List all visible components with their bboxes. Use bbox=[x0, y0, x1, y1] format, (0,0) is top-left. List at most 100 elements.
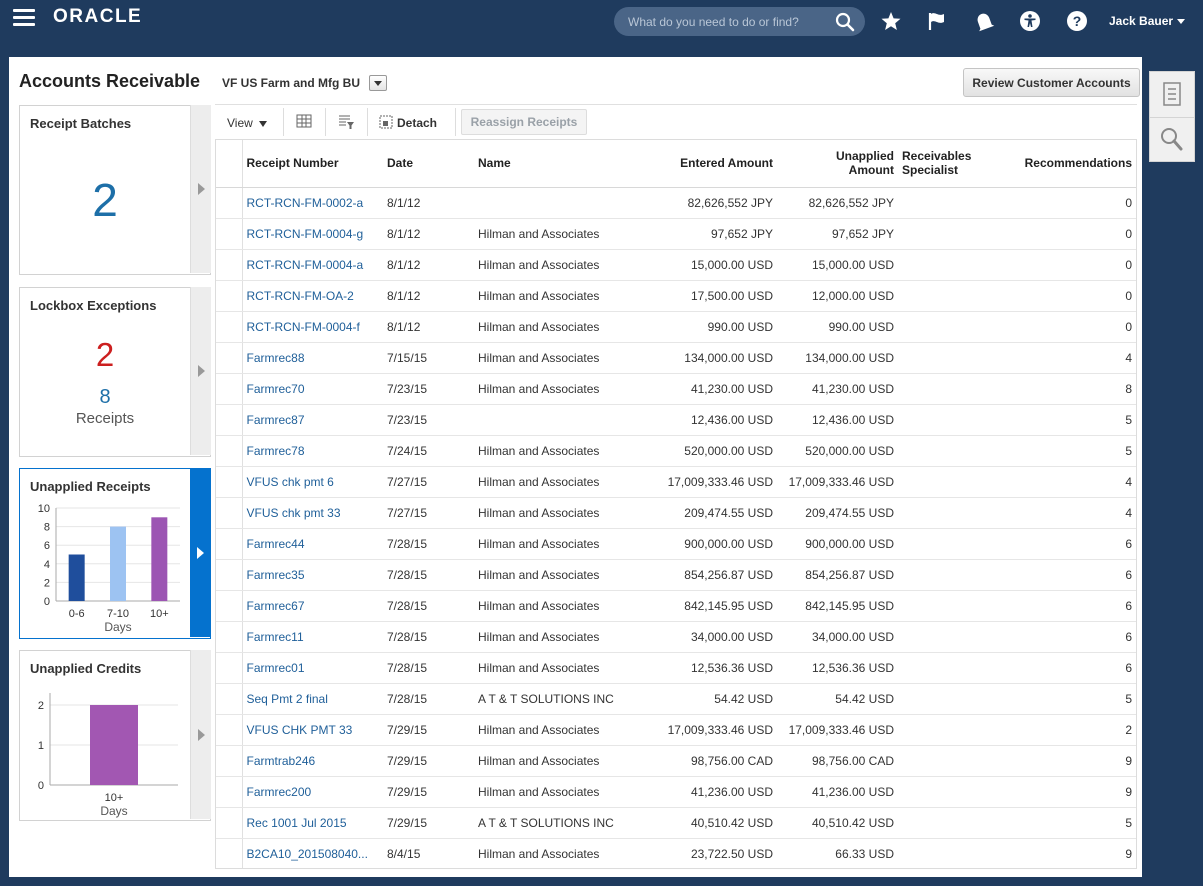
document-icon[interactable] bbox=[1150, 72, 1194, 116]
table-row[interactable]: Farmrec67 7/28/15 Hilman and Associates 842… bbox=[216, 590, 1136, 622]
receipt-number-link[interactable]: Farmrec01 bbox=[247, 661, 305, 675]
flag-icon[interactable] bbox=[926, 10, 948, 32]
table-row[interactable]: VFUS chk pmt 33 7/27/15 Hilman and Associa… bbox=[216, 497, 1136, 529]
bar[interactable] bbox=[90, 705, 138, 785]
receipt-number-link[interactable]: B2CA10_201508040... bbox=[247, 847, 368, 861]
accessibility-icon[interactable] bbox=[1019, 10, 1041, 32]
column-header-unapplied-amount[interactable]: Unapplied Amount bbox=[777, 140, 898, 188]
row-selector[interactable] bbox=[216, 838, 243, 868]
receipt-number-link[interactable]: Farmrec67 bbox=[247, 599, 305, 613]
receipt-number-link[interactable]: RCT-RCN-FM-0002-a bbox=[247, 196, 364, 210]
column-header-entered-amount[interactable]: Entered Amount bbox=[654, 140, 777, 188]
table-row[interactable]: Farmrec35 7/28/15 Hilman and Associates 854… bbox=[216, 559, 1136, 591]
bell-icon[interactable] bbox=[973, 10, 995, 32]
receipt-number-link[interactable]: Farmtrab246 bbox=[247, 754, 316, 768]
row-selector[interactable] bbox=[216, 652, 243, 684]
receipt-number-link[interactable]: RCT-RCN-FM-OA-2 bbox=[247, 289, 354, 303]
row-selector[interactable] bbox=[216, 342, 243, 374]
table-row[interactable]: VFUS CHK PMT 33 7/29/15 Hilman and Associa… bbox=[216, 714, 1136, 746]
receipt-number-link[interactable]: Farmrec44 bbox=[247, 537, 305, 551]
search-icon[interactable] bbox=[834, 11, 856, 33]
table-row[interactable]: Farmrec70 7/23/15 Hilman and Associates 41,… bbox=[216, 373, 1136, 405]
receipt-number-link[interactable]: Farmrec200 bbox=[247, 785, 312, 799]
row-selector[interactable] bbox=[216, 404, 243, 436]
row-selector[interactable] bbox=[216, 218, 243, 250]
receipt-number-link[interactable]: VFUS chk pmt 33 bbox=[247, 506, 341, 520]
tile-expand-arrow[interactable] bbox=[190, 287, 211, 455]
receipt-number-link[interactable]: RCT-RCN-FM-0004-f bbox=[247, 320, 360, 334]
row-selector[interactable] bbox=[216, 745, 243, 777]
hamburger-icon[interactable] bbox=[13, 9, 35, 27]
row-selector[interactable] bbox=[216, 559, 243, 591]
receipt-number-link[interactable]: RCT-RCN-FM-0004-a bbox=[247, 258, 364, 272]
user-menu[interactable]: Jack Bauer bbox=[1109, 14, 1186, 28]
help-icon[interactable]: ? bbox=[1066, 10, 1088, 32]
receipt-number-link[interactable]: Farmrec87 bbox=[247, 413, 305, 427]
receipt-number-link[interactable]: Farmrec35 bbox=[247, 568, 305, 582]
table-row[interactable]: VFUS chk pmt 6 7/27/15 Hilman and Associat… bbox=[216, 466, 1136, 498]
search-icon[interactable] bbox=[1150, 118, 1194, 162]
tile-expand-arrow[interactable] bbox=[190, 105, 211, 273]
receipt-number-link[interactable]: Farmrec88 bbox=[247, 351, 305, 365]
filter-icon[interactable] bbox=[337, 113, 355, 131]
row-selector[interactable] bbox=[216, 373, 243, 405]
receipt-number-link[interactable]: Farmrec11 bbox=[247, 630, 304, 644]
row-selector[interactable] bbox=[216, 497, 243, 529]
table-row[interactable]: Farmrec88 7/15/15 Hilman and Associates 134… bbox=[216, 342, 1136, 374]
review-customer-accounts-button[interactable]: Review Customer Accounts bbox=[963, 68, 1140, 97]
tile-receipt-batches[interactable]: Receipt Batches 2 bbox=[19, 105, 211, 275]
tile-expand-arrow[interactable] bbox=[190, 468, 211, 637]
row-selector[interactable] bbox=[216, 807, 243, 839]
receipt-number-link[interactable]: VFUS chk pmt 6 bbox=[247, 475, 334, 489]
table-row[interactable]: B2CA10_201508040... 8/4/15 Hilman and Asso… bbox=[216, 838, 1136, 868]
view-menu[interactable]: View bbox=[227, 110, 268, 136]
star-icon[interactable] bbox=[880, 10, 902, 32]
freeze-columns-icon[interactable] bbox=[295, 113, 313, 131]
column-header-receipt-number[interactable]: Receipt Number bbox=[242, 140, 383, 188]
receipt-number-link[interactable]: VFUS CHK PMT 33 bbox=[247, 723, 353, 737]
row-selector[interactable] bbox=[216, 466, 243, 498]
column-header-date[interactable]: Date bbox=[383, 140, 474, 188]
tile-expand-arrow[interactable] bbox=[190, 650, 211, 819]
receipt-number-link[interactable]: Farmrec78 bbox=[247, 444, 305, 458]
column-header-receivables-specialist[interactable]: Receivables Specialist bbox=[898, 140, 998, 188]
table-row[interactable]: Seq Pmt 2 final 7/28/15 A T & T SOLUTIONS … bbox=[216, 683, 1136, 715]
detach-button[interactable]: Detach bbox=[379, 110, 437, 136]
row-selector[interactable] bbox=[216, 714, 243, 746]
row-selector[interactable] bbox=[216, 249, 243, 281]
table-row[interactable]: Farmrec200 7/29/15 Hilman and Associates 41… bbox=[216, 776, 1136, 808]
tile-unapplied-receipts[interactable]: Unapplied Receipts 0 2 4 6 8 10 0-6 7-10 10+ Days bbox=[19, 468, 211, 639]
bar[interactable] bbox=[151, 517, 168, 601]
table-row[interactable]: Rec 1001 Jul 2015 7/29/15 A T & T SOLUTION… bbox=[216, 807, 1136, 839]
column-header-name[interactable]: Name bbox=[474, 140, 654, 188]
table-row[interactable]: Farmrec78 7/24/15 Hilman and Associates 520… bbox=[216, 435, 1136, 467]
business-unit-dropdown[interactable] bbox=[369, 75, 387, 91]
row-selector[interactable] bbox=[216, 683, 243, 715]
table-row[interactable]: RCT-RCN-FM-0004-a 8/1/12 Hilman and Associ… bbox=[216, 249, 1136, 281]
bar[interactable] bbox=[110, 526, 126, 601]
row-selector[interactable] bbox=[216, 776, 243, 808]
table-row[interactable]: Farmrec44 7/28/15 Hilman and Associates 900… bbox=[216, 528, 1136, 560]
row-selector[interactable] bbox=[216, 435, 243, 467]
row-selector[interactable] bbox=[216, 311, 243, 343]
row-selector[interactable] bbox=[216, 590, 243, 622]
table-row[interactable]: RCT-RCN-FM-OA-2 8/1/12 Hilman and Associat… bbox=[216, 280, 1136, 312]
table-row[interactable]: Farmrec11 7/28/15 Hilman and Associates 34,… bbox=[216, 621, 1136, 653]
row-selector[interactable] bbox=[216, 621, 243, 653]
table-row[interactable]: RCT-RCN-FM-0004-f 8/1/12 Hilman and Associ… bbox=[216, 311, 1136, 343]
column-header-recommendations[interactable]: Recommendations bbox=[998, 140, 1136, 188]
row-selector[interactable] bbox=[216, 528, 243, 560]
tile-unapplied-credits[interactable]: Unapplied Credits 0 1 2 10+ Days bbox=[19, 650, 211, 821]
bar[interactable] bbox=[68, 554, 85, 602]
receipt-number-link[interactable]: Seq Pmt 2 final bbox=[247, 692, 328, 706]
receipt-number-link[interactable]: RCT-RCN-FM-0004-g bbox=[247, 227, 364, 241]
table-row[interactable]: Farmtrab246 7/29/15 Hilman and Associates 9… bbox=[216, 745, 1136, 777]
reassign-receipts-button[interactable]: Reassign Receipts bbox=[461, 109, 587, 135]
search-input[interactable] bbox=[626, 7, 826, 36]
table-row[interactable]: Farmrec01 7/28/15 Hilman and Associates 12,… bbox=[216, 652, 1136, 684]
row-selector[interactable] bbox=[216, 187, 243, 219]
table-row[interactable]: RCT-RCN-FM-0004-g 8/1/12 Hilman and Associ… bbox=[216, 218, 1136, 250]
receipt-number-link[interactable]: Rec 1001 Jul 2015 bbox=[247, 816, 347, 830]
receipt-number-link[interactable]: Farmrec70 bbox=[247, 382, 305, 396]
table-row[interactable]: Farmrec87 7/23/15 12,436.00 USD 12,436.00 U… bbox=[216, 404, 1136, 436]
